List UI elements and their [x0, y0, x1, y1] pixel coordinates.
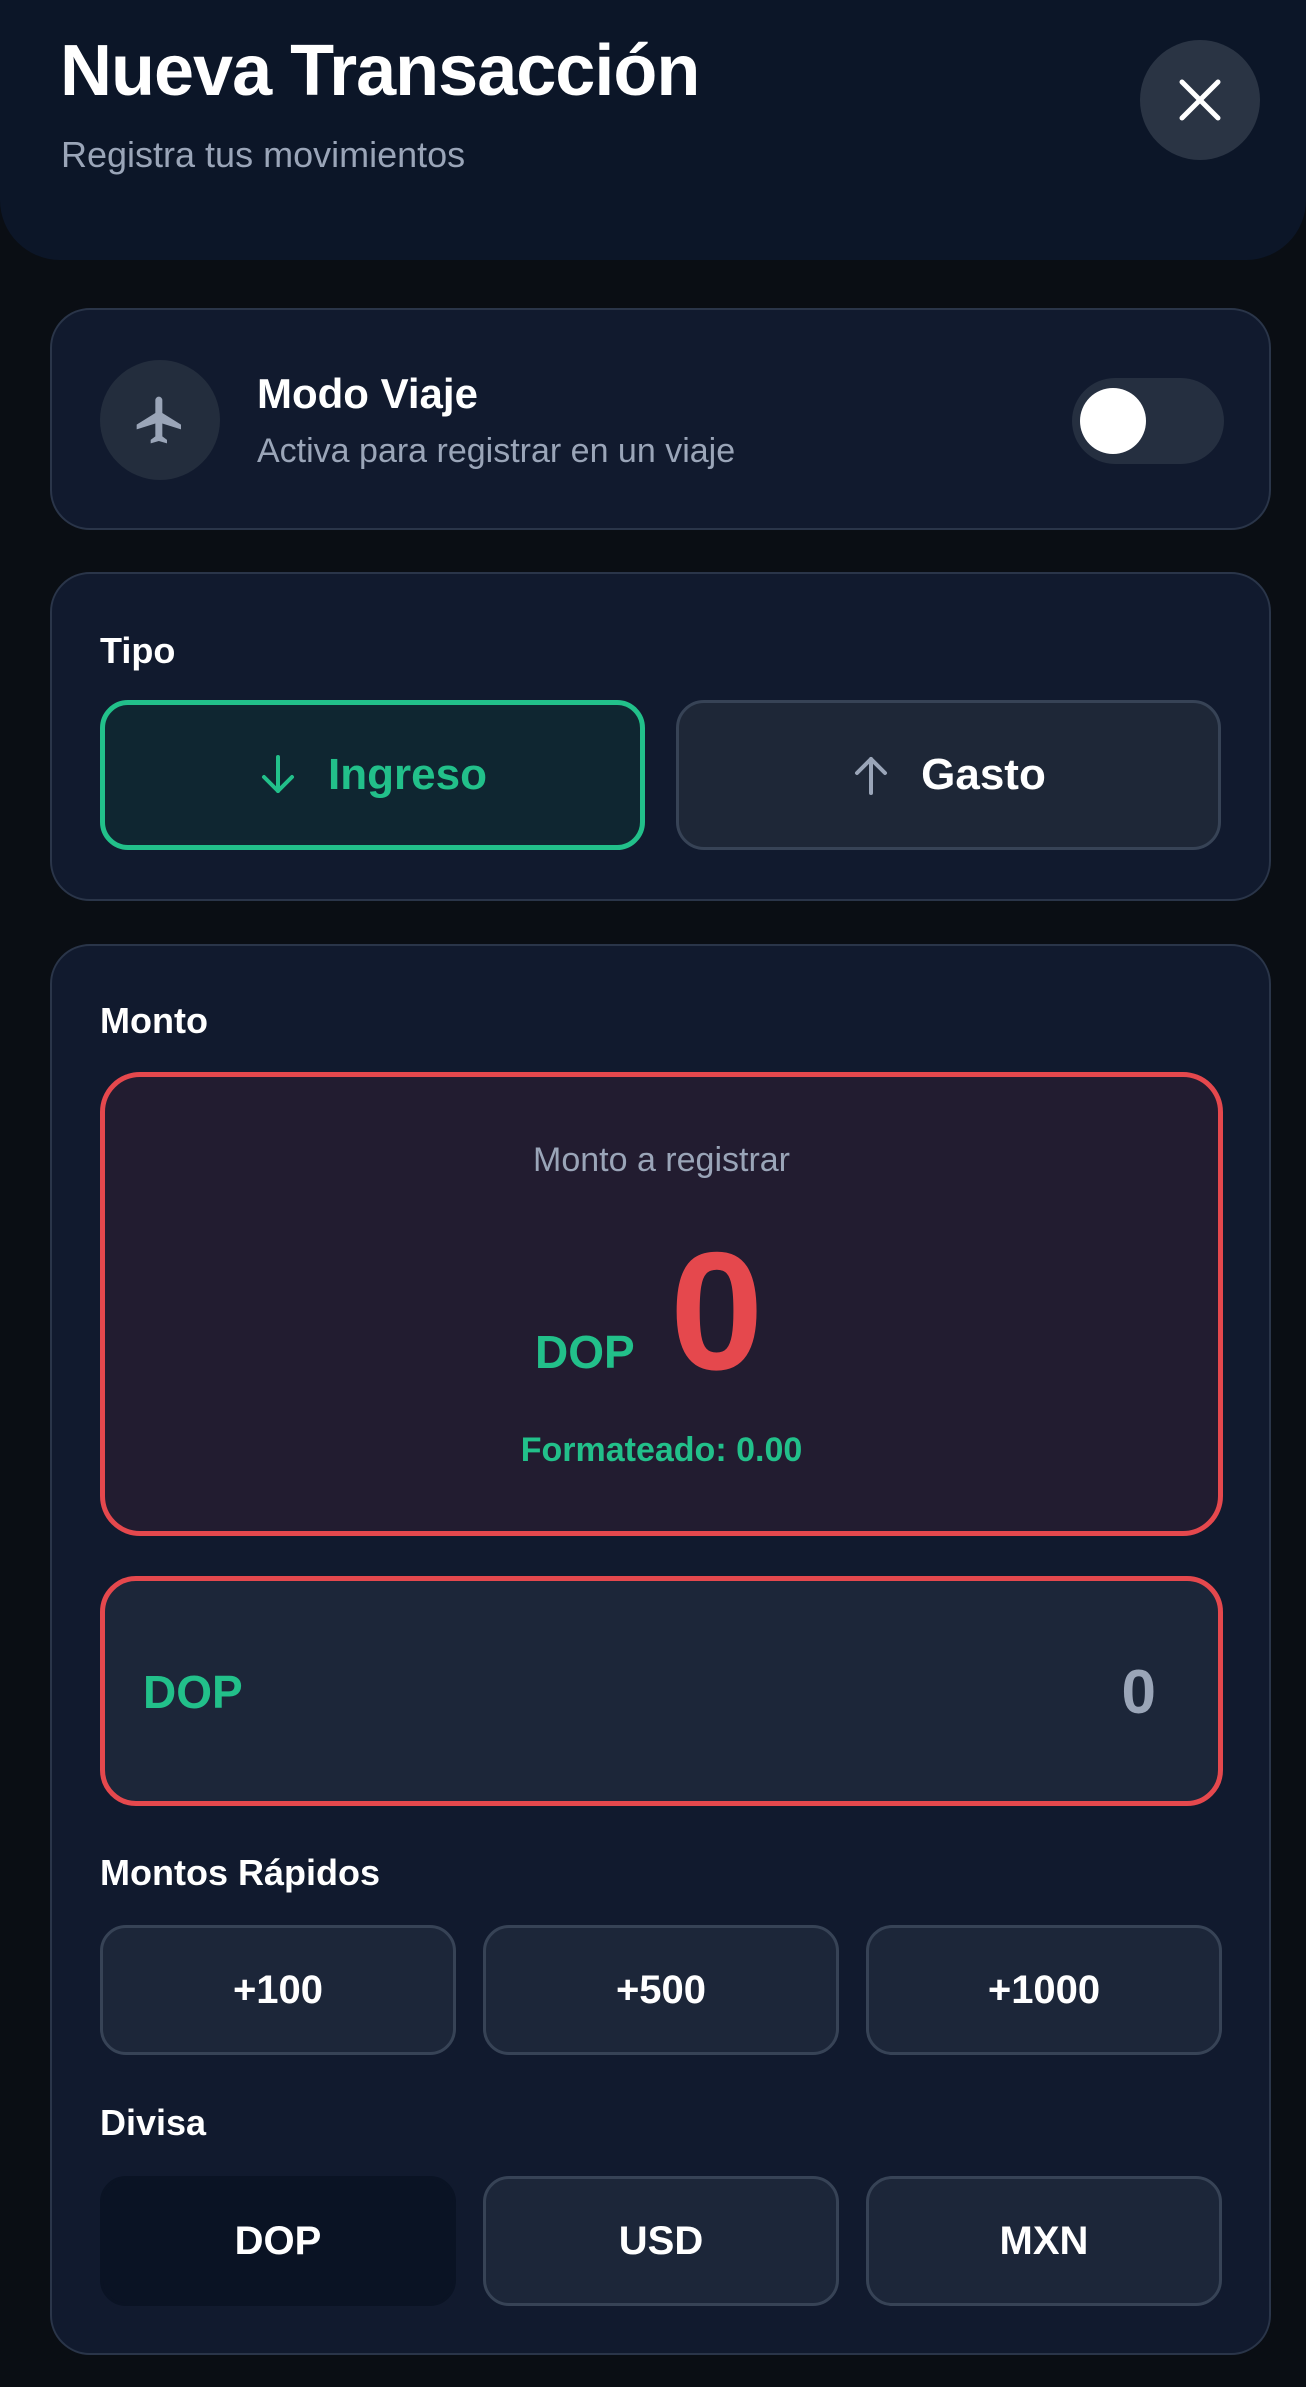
- travel-mode-card: Modo Viaje Activa para registrar en un v…: [50, 308, 1271, 530]
- quick-amounts-label: Montos Rápidos: [100, 1852, 380, 1893]
- expense-label: Gasto: [921, 750, 1046, 799]
- quick-amount-100[interactable]: +100: [100, 1925, 456, 2055]
- page-subtitle: Registra tus movimientos: [61, 134, 466, 175]
- quick-amount-1000[interactable]: +1000: [866, 1925, 1222, 2055]
- amount-hint: Monto a registrar: [533, 1141, 790, 1179]
- plane-icon: [136, 396, 181, 444]
- travel-mode-subtitle: Activa para registrar en un viaje: [257, 432, 736, 470]
- amount-value: 0: [670, 1217, 764, 1405]
- arrow-down-icon: [262, 755, 295, 793]
- amount-input-currency: DOP: [143, 1666, 243, 1718]
- travel-mode-toggle[interactable]: [1072, 378, 1224, 464]
- arrow-up-icon: [855, 757, 888, 795]
- page-title: Nueva Transacción: [60, 31, 700, 111]
- currency-mxn[interactable]: MXN: [866, 2176, 1222, 2306]
- amount-currency: DOP: [535, 1326, 635, 1378]
- currency-dop[interactable]: DOP: [100, 2176, 456, 2306]
- header: Nueva Transacción Registra tus movimient…: [0, 0, 1306, 260]
- type-card: Tipo Ingreso Gasto: [50, 572, 1271, 901]
- close-icon: [1179, 79, 1221, 121]
- amount-card: Monto Monto a registrar DOP 0 Formateado…: [50, 944, 1271, 2355]
- currency-label: Divisa: [100, 2102, 207, 2143]
- amount-input-value: 0: [1121, 1658, 1156, 1727]
- income-button[interactable]: Ingreso: [100, 700, 645, 850]
- quick-amount-500[interactable]: +500: [483, 1925, 839, 2055]
- amount-input[interactable]: DOP 0: [100, 1576, 1223, 1806]
- currency-usd[interactable]: USD: [483, 2176, 839, 2306]
- toggle-knob: [1080, 388, 1146, 454]
- type-label: Tipo: [100, 630, 176, 671]
- amount-label: Monto: [100, 1000, 208, 1041]
- income-label: Ingreso: [328, 750, 487, 799]
- amount-formatted: Formateado: 0.00: [520, 1431, 803, 1469]
- plane-icon-container: [100, 360, 220, 480]
- expense-button[interactable]: Gasto: [676, 700, 1221, 850]
- close-button[interactable]: [1140, 40, 1260, 160]
- travel-mode-title: Modo Viaje: [257, 370, 478, 417]
- amount-display: Monto a registrar DOP 0 Formateado: 0.00: [100, 1072, 1223, 1536]
